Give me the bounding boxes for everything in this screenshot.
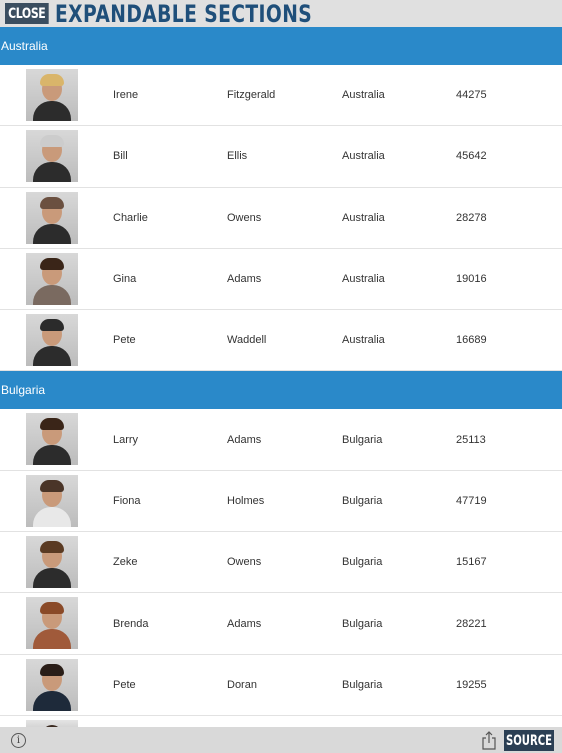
first-name: Irene bbox=[113, 89, 139, 102]
last-name: Adams bbox=[227, 433, 262, 446]
bottom-bar: i SOURCE bbox=[0, 727, 562, 753]
last-name: Holmes bbox=[227, 494, 265, 507]
first-name: Charlie bbox=[113, 211, 148, 224]
list-item[interactable]: Larry Adams Bulgaria 25113 bbox=[0, 409, 562, 471]
avatar bbox=[26, 314, 78, 367]
avatar bbox=[26, 719, 78, 727]
avatar bbox=[26, 597, 78, 650]
list-item[interactable]: Irene Fitzgerald Australia 44275 bbox=[0, 65, 562, 127]
number: 44275 bbox=[456, 89, 487, 102]
last-name: Fitzgerald bbox=[227, 89, 276, 102]
last-name: Ellis bbox=[227, 150, 248, 163]
number: 47719 bbox=[456, 494, 487, 507]
country: Bulgaria bbox=[342, 433, 383, 446]
avatar bbox=[26, 130, 78, 183]
info-icon[interactable]: i bbox=[11, 733, 26, 748]
list-item[interactable]: Charlie Owens Australia 28278 bbox=[0, 188, 562, 249]
first-name: Pete bbox=[113, 678, 136, 691]
list-item[interactable]: Pete Waddell Australia 16689 bbox=[0, 310, 562, 372]
avatar bbox=[26, 413, 78, 466]
section-header-australia[interactable]: Australia bbox=[0, 27, 562, 65]
last-name: Adams bbox=[227, 617, 262, 630]
list-item[interactable] bbox=[0, 716, 562, 727]
list-item[interactable]: Pete Doran Bulgaria 19255 bbox=[0, 655, 562, 716]
first-name: Gina bbox=[113, 273, 137, 286]
list-item[interactable]: Bill Ellis Australia 45642 bbox=[0, 126, 562, 188]
last-name: Owens bbox=[227, 211, 262, 224]
country: Bulgaria bbox=[342, 617, 383, 630]
section-header-bulgaria[interactable]: Bulgaria bbox=[0, 371, 562, 410]
share-icon[interactable] bbox=[480, 731, 498, 750]
avatar bbox=[26, 252, 78, 305]
last-name: Owens bbox=[227, 556, 262, 569]
last-name: Adams bbox=[227, 273, 262, 286]
source-button-label: SOURCE bbox=[505, 732, 553, 749]
country: Australia bbox=[342, 150, 385, 163]
number: 45642 bbox=[456, 150, 487, 163]
country: Bulgaria bbox=[342, 678, 383, 691]
top-bar: CLOSE EXPANDABLE SECTIONS bbox=[0, 0, 562, 28]
last-name: Waddell bbox=[227, 334, 267, 347]
country: Australia bbox=[342, 211, 385, 224]
country: Australia bbox=[342, 89, 385, 102]
close-button[interactable]: CLOSE bbox=[5, 3, 49, 24]
number: 28278 bbox=[456, 211, 487, 224]
number: 25113 bbox=[456, 433, 486, 446]
country: Australia bbox=[342, 334, 385, 347]
number: 15167 bbox=[456, 556, 487, 569]
first-name: Pete bbox=[113, 334, 136, 347]
avatar bbox=[26, 69, 78, 121]
first-name: Larry bbox=[113, 433, 139, 446]
list-item[interactable]: Zeke Owens Bulgaria 15167 bbox=[0, 532, 562, 594]
list-item[interactable]: Brenda Adams Bulgaria 28221 bbox=[0, 593, 562, 655]
country: Australia bbox=[342, 273, 385, 286]
number: 16689 bbox=[456, 334, 487, 347]
number: 28221 bbox=[456, 617, 487, 630]
list-item[interactable]: Gina Adams Australia 19016 bbox=[0, 249, 562, 311]
first-name: Bill bbox=[113, 150, 128, 163]
avatar bbox=[26, 536, 78, 589]
last-name: Doran bbox=[227, 678, 257, 691]
expandable-list[interactable]: Australia Irene Fitzgerald Australia 442… bbox=[0, 27, 562, 727]
first-name: Fiona bbox=[113, 494, 141, 507]
avatar bbox=[26, 474, 78, 527]
list-item[interactable]: Fiona Holmes Bulgaria 47719 bbox=[0, 471, 562, 533]
number: 19016 bbox=[456, 273, 487, 286]
first-name: Brenda bbox=[113, 617, 149, 630]
first-name: Zeke bbox=[113, 556, 138, 569]
number: 19255 bbox=[456, 678, 487, 691]
source-button[interactable]: SOURCE bbox=[504, 730, 554, 751]
country: Bulgaria bbox=[342, 494, 383, 507]
country: Bulgaria bbox=[342, 556, 383, 569]
avatar bbox=[26, 658, 78, 711]
avatar bbox=[26, 191, 78, 244]
page-title: EXPANDABLE SECTIONS bbox=[54, 0, 312, 28]
